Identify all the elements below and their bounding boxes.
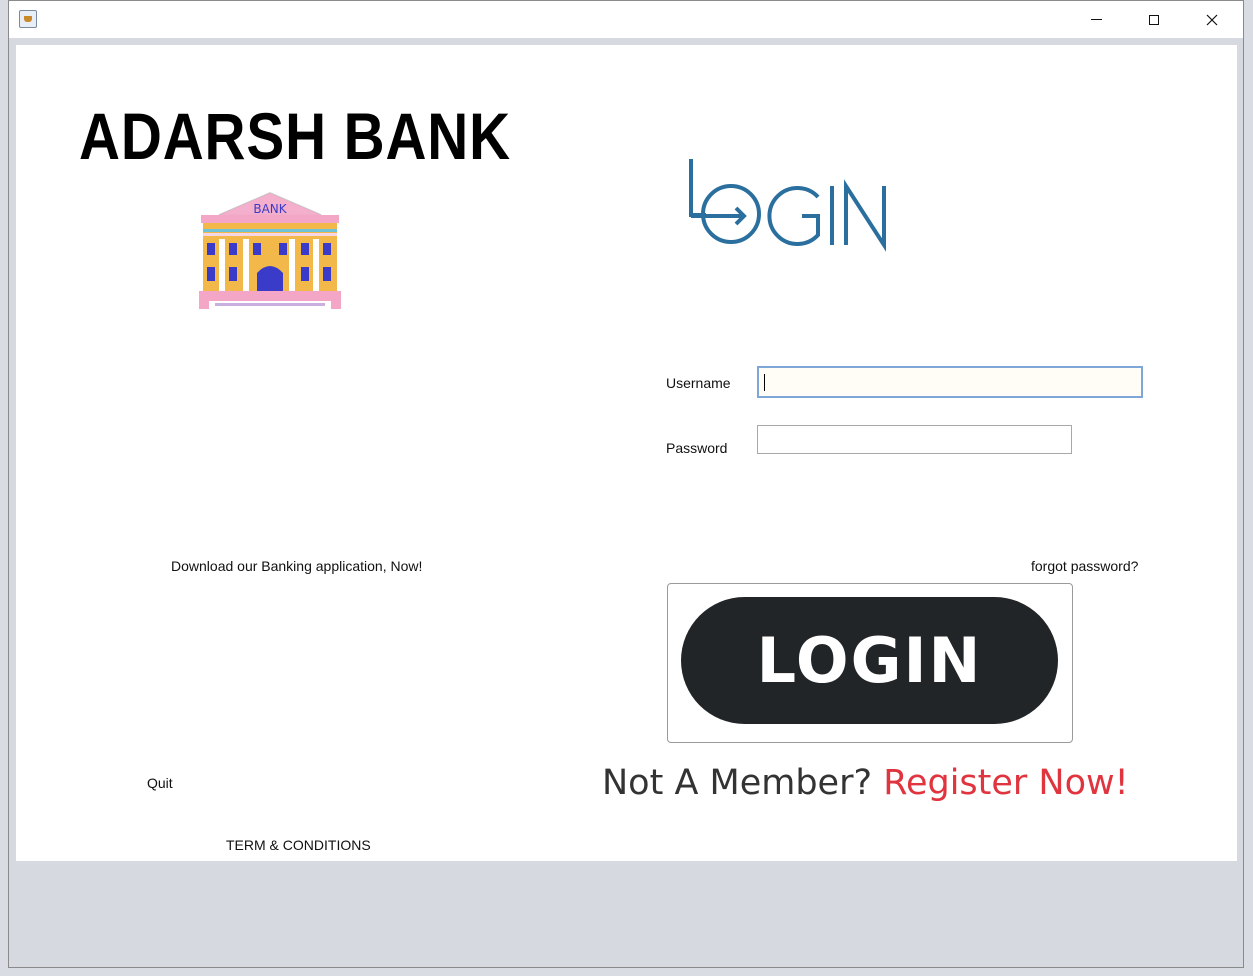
minimize-icon <box>1090 19 1102 20</box>
close-icon <box>1206 14 1218 25</box>
login-button-pill: LOGIN <box>681 597 1058 724</box>
login-panel: ADARSH BANK BANK Username Password Downl… <box>16 45 1237 861</box>
register-link[interactable]: Not A Member? Register Now! <box>602 763 1129 803</box>
bank-title: ADARSH BANK <box>79 99 512 173</box>
password-input[interactable] <box>758 426 1071 453</box>
minimize-button[interactable] <box>1067 1 1125 38</box>
quit-link[interactable]: Quit <box>147 775 173 791</box>
forgot-password-link[interactable]: forgot password? <box>1031 558 1138 574</box>
username-label: Username <box>666 375 731 391</box>
maximize-icon <box>1149 14 1159 25</box>
username-field[interactable] <box>757 366 1143 398</box>
text-caret <box>764 374 765 391</box>
title-bar[interactable] <box>9 1 1243 38</box>
close-button[interactable] <box>1183 1 1241 38</box>
download-app-link[interactable]: Download our Banking application, Now! <box>171 558 422 574</box>
java-cup-icon <box>19 10 37 28</box>
username-input[interactable] <box>759 368 1141 396</box>
login-button-label: LOGIN <box>756 624 983 697</box>
app-window: ADARSH BANK BANK Username Password Downl… <box>8 0 1244 968</box>
register-prefix: Not A Member? <box>602 763 873 803</box>
bank-logo-text: BANK <box>253 202 287 216</box>
login-button[interactable]: LOGIN <box>667 583 1073 743</box>
terms-link[interactable]: TERM & CONDITIONS <box>226 837 371 853</box>
password-label: Password <box>666 440 728 456</box>
maximize-button[interactable] <box>1125 1 1183 38</box>
login-logo-icon <box>689 159 886 252</box>
register-action: Register Now! <box>883 763 1129 803</box>
password-field[interactable] <box>757 425 1072 454</box>
bank-building-icon: BANK <box>199 192 341 309</box>
